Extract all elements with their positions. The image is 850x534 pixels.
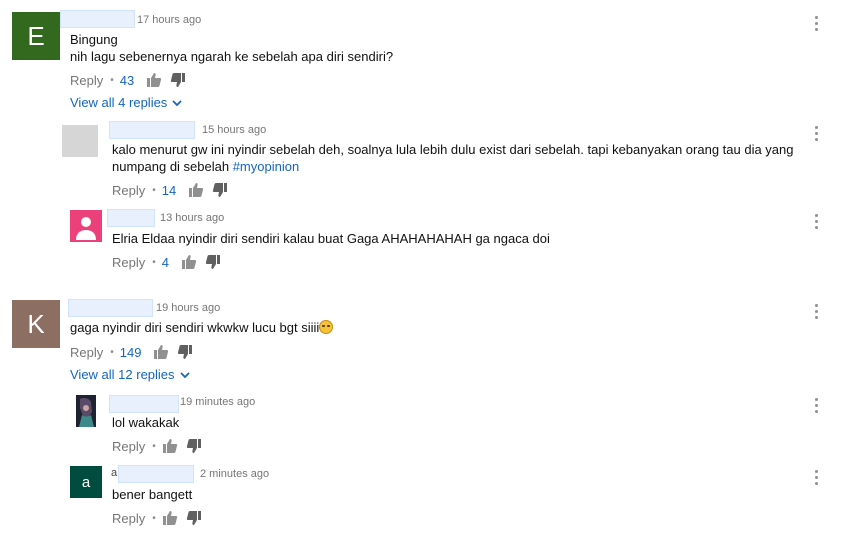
thumbs-up-icon[interactable]: [162, 510, 178, 526]
comment-text: kalo menurut gw ini nyindir sebelah deh,…: [112, 141, 802, 175]
reply-button[interactable]: Reply: [70, 345, 103, 360]
hashtag-link[interactable]: #myopinion: [233, 159, 300, 174]
author-name-initial[interactable]: a: [111, 467, 117, 479]
separator-dot: •: [152, 184, 156, 196]
author-name[interactable]: [109, 121, 195, 139]
view-replies-label: View all 4 replies: [70, 95, 168, 110]
comment-actions: Reply • 4: [112, 253, 229, 271]
more-options-icon[interactable]: [813, 304, 819, 320]
view-replies-link[interactable]: View all 12 replies: [70, 367, 191, 382]
reply-button[interactable]: Reply: [112, 439, 145, 454]
avatar[interactable]: [76, 395, 96, 427]
comment-text-span: gaga nyindir diri sendiri wkwkw lucu bgt…: [70, 320, 320, 335]
comment-actions: Reply • 14: [112, 181, 236, 199]
comment-actions: Reply •: [112, 509, 210, 527]
avatar[interactable]: a: [70, 466, 102, 498]
view-replies-label: View all 12 replies: [70, 367, 175, 382]
laughing-emoji-icon: [319, 320, 334, 334]
chevron-down-icon: [172, 99, 182, 106]
avatar-letter: a: [81, 473, 91, 491]
thumbs-up-icon[interactable]: [181, 254, 197, 270]
comment-text: lol wakakak: [112, 415, 180, 430]
comment-text: bener bangett: [112, 487, 193, 502]
author-name[interactable]: [68, 299, 153, 317]
avatar[interactable]: [70, 210, 102, 242]
separator-dot: •: [152, 512, 156, 524]
reply-button[interactable]: Reply: [70, 73, 103, 88]
comment-timestamp[interactable]: 19 minutes ago: [180, 396, 255, 408]
comment-actions: Reply •: [112, 437, 210, 455]
comment-text-span: numpang di sebelah: [112, 159, 233, 174]
thumbs-down-icon[interactable]: [177, 344, 193, 360]
comment-text-line: Bingung: [70, 32, 118, 47]
avatar-letter: E: [27, 20, 45, 51]
comment-text-line: numpang di sebelah #myopinion: [112, 158, 802, 175]
more-options-icon[interactable]: [813, 16, 819, 32]
thumbs-down-icon[interactable]: [186, 438, 202, 454]
view-replies-link[interactable]: View all 4 replies: [70, 95, 183, 110]
comment-text-line: kalo menurut gw ini nyindir sebelah deh,…: [112, 142, 794, 157]
comment-text: gaga nyindir diri sendiri wkwkw lucu bgt…: [70, 319, 334, 336]
reply-button[interactable]: Reply: [112, 511, 145, 526]
reply-button[interactable]: Reply: [112, 255, 145, 270]
separator-dot: •: [110, 346, 114, 358]
more-options-icon[interactable]: [813, 470, 819, 486]
avatar-letter: K: [27, 308, 45, 339]
thumbs-down-icon[interactable]: [212, 182, 228, 198]
separator-dot: •: [152, 440, 156, 452]
comment-timestamp[interactable]: 2 minutes ago: [200, 468, 269, 480]
chevron-down-icon: [179, 371, 190, 378]
thumbs-up-icon[interactable]: [153, 344, 169, 360]
comment-text-line: nih lagu sebenernya ngarah ke sebelah ap…: [70, 49, 394, 64]
comment-text: Elria Eldaa nyindir diri sendiri kalau b…: [112, 231, 550, 246]
thumbs-down-icon[interactable]: [170, 72, 186, 88]
comment-actions: Reply • 43: [70, 71, 194, 89]
comment-timestamp[interactable]: 17 hours ago: [137, 14, 201, 26]
avatar[interactable]: K: [12, 300, 60, 348]
more-options-icon[interactable]: [813, 126, 819, 142]
profile-photo-icon: [76, 395, 96, 427]
separator-dot: •: [152, 256, 156, 268]
thumbs-down-icon[interactable]: [186, 510, 202, 526]
author-name[interactable]: [60, 10, 135, 28]
default-user-icon: [76, 217, 96, 240]
like-count: 14: [161, 182, 177, 198]
like-count: 149: [119, 344, 142, 360]
like-count: 43: [119, 72, 135, 88]
thumbs-up-icon[interactable]: [162, 438, 178, 454]
comment-text: Bingung nih lagu sebenernya ngarah ke se…: [70, 31, 393, 65]
like-count: 4: [161, 254, 169, 270]
comment-timestamp[interactable]: 19 hours ago: [156, 302, 220, 314]
author-name[interactable]: [107, 209, 155, 227]
avatar[interactable]: E: [12, 12, 60, 60]
thumbs-up-icon[interactable]: [146, 72, 162, 88]
comment-actions: Reply • 149: [70, 343, 201, 361]
author-name[interactable]: [109, 395, 179, 413]
author-name[interactable]: [118, 465, 194, 483]
comment-timestamp[interactable]: 15 hours ago: [202, 124, 266, 136]
more-options-icon[interactable]: [813, 214, 819, 230]
more-options-icon[interactable]: [813, 398, 819, 414]
avatar[interactable]: [62, 125, 98, 157]
reply-button[interactable]: Reply: [112, 183, 145, 198]
thumbs-up-icon[interactable]: [188, 182, 204, 198]
thumbs-down-icon[interactable]: [205, 254, 221, 270]
comment-timestamp[interactable]: 13 hours ago: [160, 212, 224, 224]
separator-dot: •: [110, 74, 114, 86]
